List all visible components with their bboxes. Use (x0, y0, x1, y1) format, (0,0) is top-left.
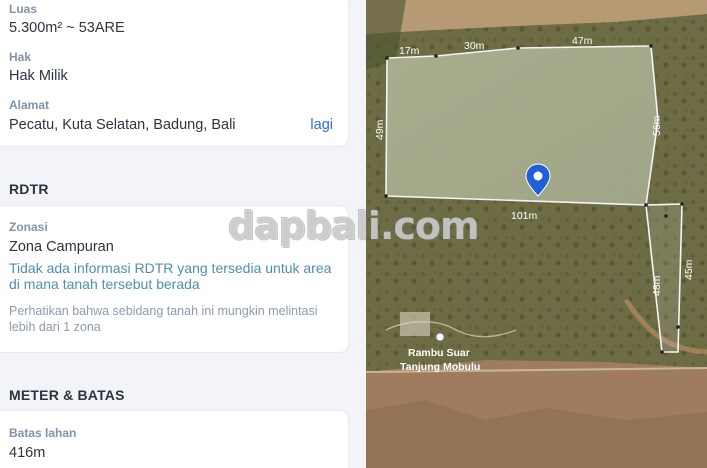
place-label-line1: Rambu Suar (408, 347, 470, 359)
property-card: Luas 5.300m² ~ 53ARE Hak Hak Milik Alama… (0, 0, 348, 146)
lighthouse-site (400, 312, 430, 336)
alamat-value: Pecatu, Kuta Selatan, Badung, Bali (9, 117, 236, 133)
rdtr-info-text: Tidak ada informasi RDTR yang tersedia u… (9, 260, 332, 292)
luas-value: 5.300m² ~ 53ARE (9, 20, 125, 36)
dim-right-lower-b: 45m (683, 259, 695, 280)
dim-top-a: 17m (399, 45, 420, 57)
dim-top-c: 47m (572, 35, 593, 47)
info-panel: Luas 5.300m² ~ 53ARE Hak Hak Milik Alama… (0, 0, 366, 468)
hak-label: Hak (9, 50, 32, 64)
batas-value: 416m (9, 445, 46, 461)
meter-heading: METER & BATAS (9, 387, 125, 403)
alamat-label: Alamat (9, 98, 50, 112)
rdtr-card: Zonasi Zona Campuran Tidak ada informasi… (0, 206, 348, 352)
zonasi-label: Zonasi (9, 220, 48, 234)
zonasi-value: Zona Campuran (9, 239, 114, 255)
place-label-line2: Tanjung Mobulu (400, 361, 480, 373)
rdtr-note-text: Perhatikan bahwa sebidang tanah ini mung… (9, 304, 318, 334)
alamat-more-link[interactable]: lagi (310, 117, 333, 133)
meter-card: Batas lahan 416m (0, 411, 348, 468)
dim-right-upper: 56m (651, 115, 663, 136)
dim-left: 49m (374, 119, 386, 140)
dim-bottom: 101m (511, 210, 538, 222)
parcel-main-highlight (386, 46, 658, 205)
batas-label: Batas lahan (9, 426, 77, 440)
hak-value: Hak Milik (9, 68, 68, 84)
rdtr-heading: RDTR (9, 181, 49, 197)
lighthouse-icon[interactable] (435, 332, 445, 342)
dim-top-b: 30m (464, 40, 485, 52)
luas-label: Luas (9, 2, 38, 16)
satellite-map[interactable]: 17m 30m 47m 49m 56m 101m 48m 45m Rambu S… (366, 0, 707, 468)
dim-right-lower-a: 48m (651, 275, 663, 296)
